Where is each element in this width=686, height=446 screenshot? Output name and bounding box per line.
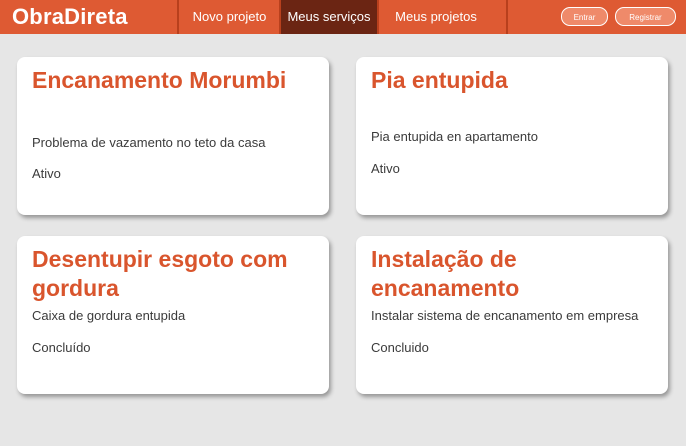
nav-meus-servicos[interactable]: Meus serviços (281, 0, 377, 34)
nav-divider (506, 0, 508, 34)
service-title: Desentupir esgoto com gordura (32, 246, 288, 301)
service-card[interactable]: Desentupir esgoto com gordura Caixa de g… (17, 236, 329, 394)
app-logo[interactable]: ObraDireta (12, 4, 128, 30)
service-title: Instalação de encanamento (371, 246, 520, 301)
service-description: Problema de vazamento no teto da casa (32, 135, 266, 150)
service-description: Caixa de gordura entupida (32, 308, 186, 323)
service-description: Instalar sistema de encanamento em empre… (371, 308, 639, 323)
service-card[interactable]: Encanamento Morumbi Problema de vazament… (17, 57, 329, 215)
top-navbar: ObraDireta Novo projeto Meus serviços Me… (0, 0, 686, 34)
login-button[interactable]: Entrar (561, 7, 608, 26)
service-status: Concluído (32, 340, 91, 355)
register-button[interactable]: Registrar (615, 7, 676, 26)
service-card[interactable]: Pia entupida Pia entupida en apartamento… (356, 57, 668, 215)
service-description: Pia entupida en apartamento (371, 129, 538, 144)
service-title: Pia entupida (371, 67, 508, 93)
service-status: Concluido (371, 340, 429, 355)
service-title: Encanamento Morumbi (32, 67, 287, 93)
nav-meus-projetos[interactable]: Meus projetos (379, 0, 493, 34)
service-card[interactable]: Instalação de encanamento Instalar siste… (356, 236, 668, 394)
service-status: Ativo (32, 166, 61, 181)
nav-novo-projeto[interactable]: Novo projeto (179, 0, 280, 34)
service-status: Ativo (371, 161, 400, 176)
